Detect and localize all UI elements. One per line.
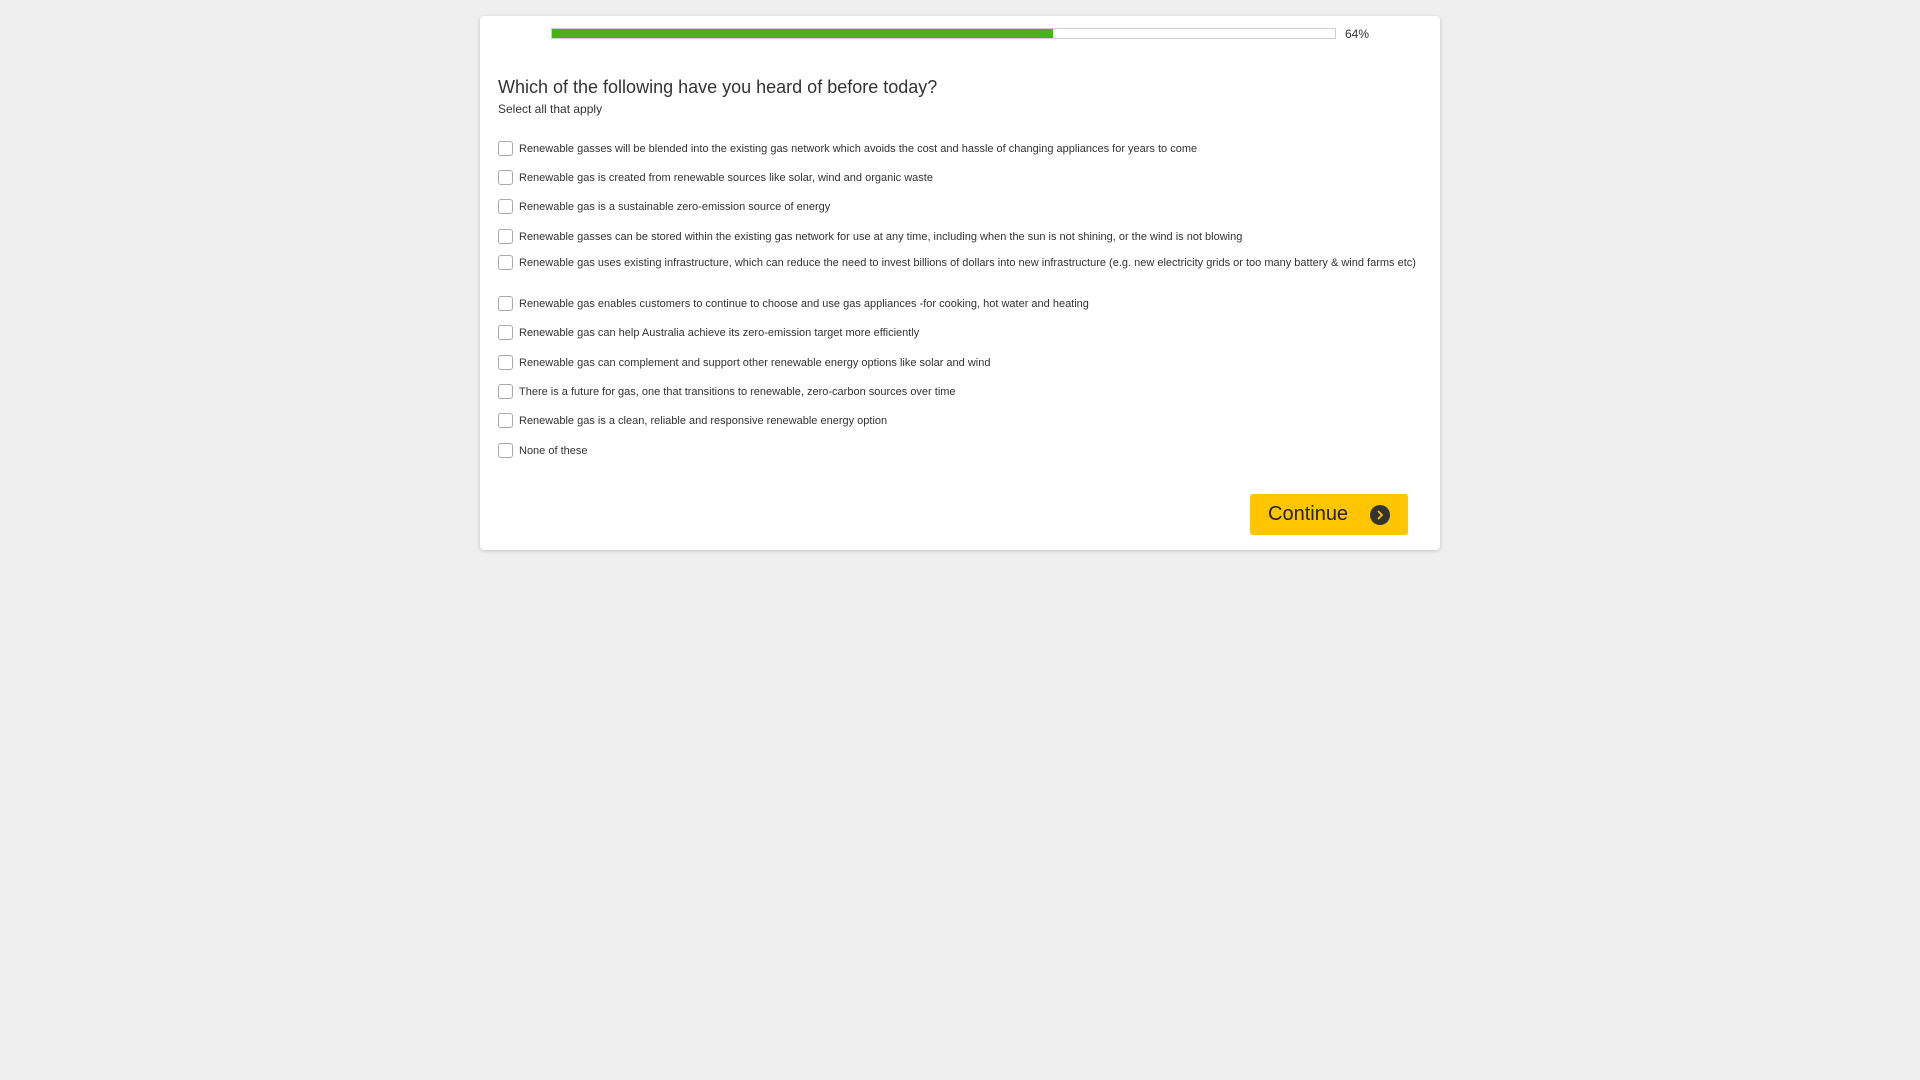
option-label: Renewable gas is a sustainable zero-emis…: [519, 200, 831, 213]
option-row[interactable]: Renewable gas can help Australia achieve…: [498, 325, 1428, 340]
option-label: Renewable gas can complement and support…: [519, 356, 991, 369]
option-label: There is a future for gas, one that tran…: [519, 385, 956, 398]
option-row[interactable]: Renewable gas enables customers to conti…: [498, 296, 1428, 311]
option-checkbox[interactable]: [498, 141, 513, 156]
option-checkbox[interactable]: [498, 325, 513, 340]
survey-card: 64% Which of the following have you hear…: [480, 16, 1440, 550]
option-label: Renewable gasses can be stored within th…: [519, 230, 1243, 243]
option-row[interactable]: Renewable gas is created from renewable …: [498, 170, 1428, 185]
option-label: Renewable gas uses existing infrastructu…: [519, 256, 1416, 269]
option-label: Renewable gasses will be blended into th…: [519, 142, 1198, 155]
option-checkbox[interactable]: [498, 413, 513, 428]
option-label: Renewable gas is created from renewable …: [519, 171, 933, 184]
option-checkbox[interactable]: [498, 255, 513, 270]
option-label: None of these: [519, 444, 588, 457]
option-row[interactable]: Renewable gas uses existing infrastructu…: [498, 255, 1428, 270]
question-instruction: Select all that apply: [498, 102, 603, 116]
question-title: Which of the following have you heard of…: [498, 77, 938, 97]
option-checkbox[interactable]: [498, 170, 513, 185]
progress-track: [551, 28, 1336, 39]
option-row[interactable]: Renewable gas can complement and support…: [498, 355, 1428, 370]
option-label: Renewable gas is a clean, reliable and r…: [519, 414, 888, 427]
option-row[interactable]: Renewable gas is a sustainable zero-emis…: [498, 199, 1428, 214]
option-checkbox[interactable]: [498, 355, 513, 370]
option-row[interactable]: Renewable gasses can be stored within th…: [498, 229, 1428, 244]
option-label: Renewable gas can help Australia achieve…: [519, 326, 920, 339]
progress-fill: [552, 29, 1054, 38]
option-checkbox[interactable]: [498, 229, 513, 244]
continue-button-label: Continue: [1268, 503, 1349, 525]
option-row[interactable]: There is a future for gas, one that tran…: [498, 384, 1428, 399]
option-checkbox[interactable]: [498, 384, 513, 399]
continue-button[interactable]: Continue: [1250, 494, 1408, 535]
progress-bar: 64%: [551, 27, 1391, 44]
option-row[interactable]: Renewable gas is a clean, reliable and r…: [498, 413, 1428, 428]
option-checkbox[interactable]: [498, 296, 513, 311]
option-checkbox[interactable]: [498, 199, 513, 214]
option-label: Renewable gas enables customers to conti…: [519, 297, 1089, 310]
chevron-right-icon: [1377, 510, 1383, 519]
option-checkbox[interactable]: [498, 443, 513, 458]
progress-percent-label: 64%: [1345, 27, 1370, 41]
option-row[interactable]: Renewable gasses will be blended into th…: [498, 141, 1428, 156]
chevron-right-circle-icon: [1370, 504, 1390, 525]
option-row[interactable]: None of these: [498, 443, 1428, 458]
